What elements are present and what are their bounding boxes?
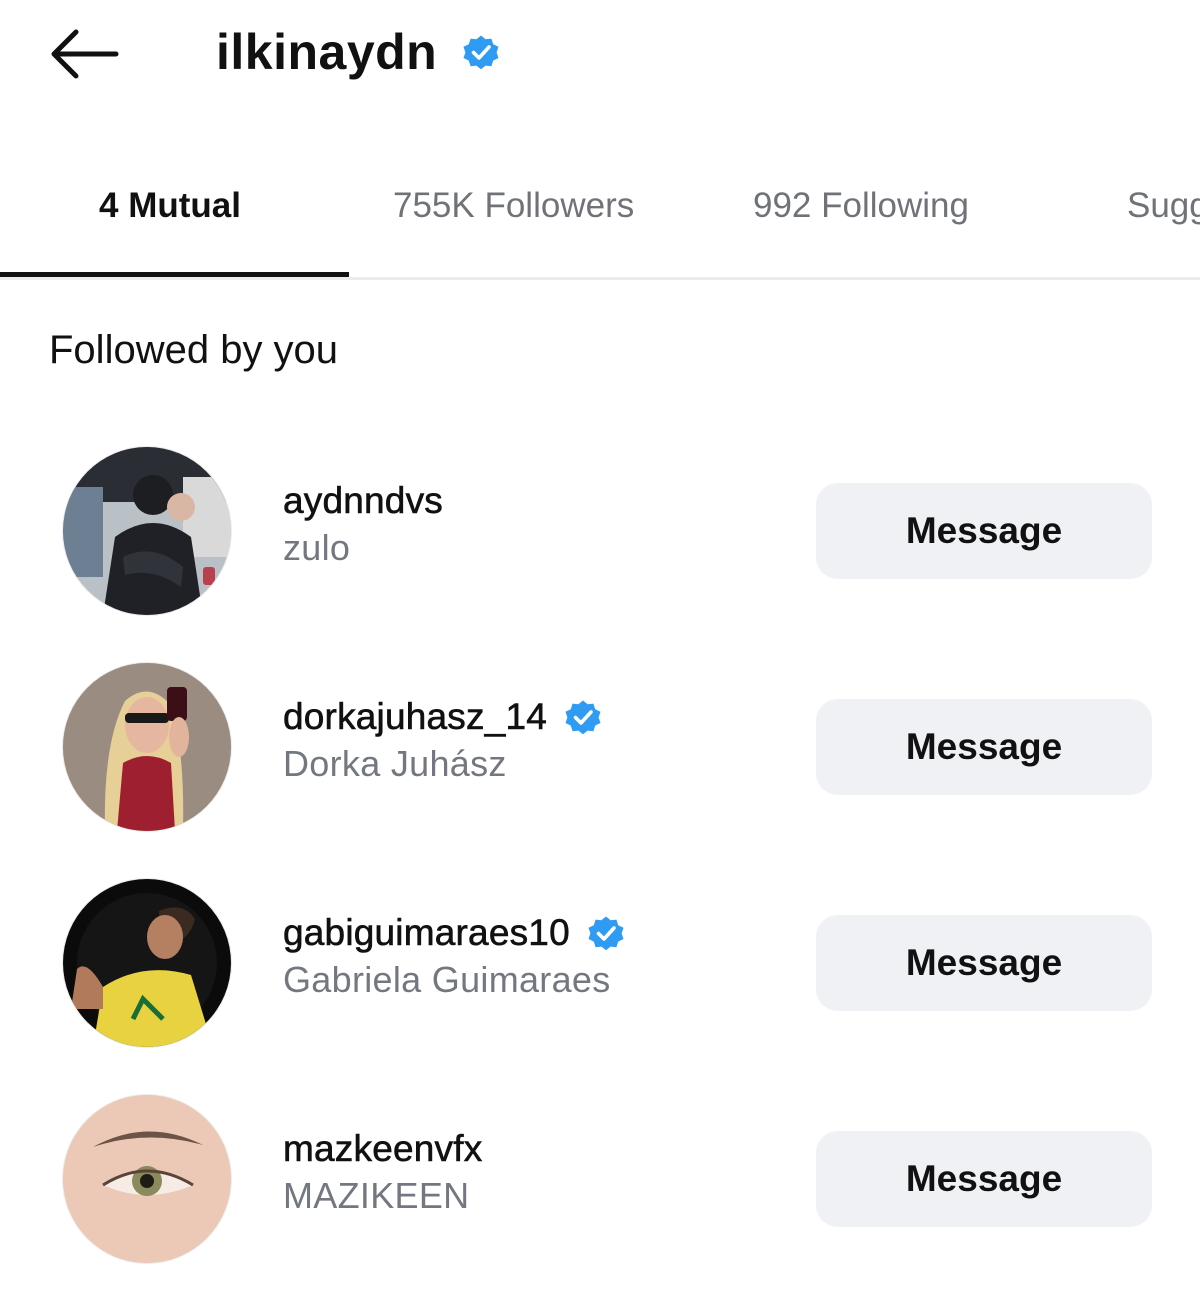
page-title: ilkinaydn: [216, 24, 438, 80]
profile-title: ilkinaydn: [216, 20, 501, 84]
user-row[interactable]: dorkajuhasz_14 Dorka Juhász Message: [0, 663, 1200, 879]
avatar-image: [63, 1095, 231, 1263]
section-heading: Followed by you: [49, 328, 339, 372]
tab-followers[interactable]: 755K Followers: [393, 186, 634, 226]
verified-badge-icon: [565, 700, 601, 735]
avatar[interactable]: [63, 447, 231, 615]
tab-following[interactable]: 992 Following: [753, 186, 969, 226]
message-button[interactable]: Message: [816, 1131, 1152, 1227]
username[interactable]: gabiguimaraes10: [283, 912, 570, 954]
follow-tabs: 4 Mutual 755K Followers 992 Following Su…: [0, 150, 1200, 280]
full-name: zulo: [283, 527, 351, 568]
verified-badge-icon: [463, 35, 499, 70]
tab-mutual[interactable]: 4 Mutual: [99, 186, 241, 226]
full-name: Dorka Juhász: [283, 743, 507, 784]
active-tab-indicator: [0, 272, 349, 277]
username[interactable]: mazkeenvfx: [283, 1128, 483, 1170]
avatar-image: [63, 879, 231, 1047]
user-row[interactable]: mazkeenvfx MAZIKEEN Message: [0, 1095, 1200, 1311]
username[interactable]: dorkajuhasz_14: [283, 696, 547, 738]
username[interactable]: aydnndvs: [283, 480, 443, 522]
message-button[interactable]: Message: [816, 915, 1152, 1011]
arrow-left-icon: [51, 29, 119, 79]
top-bar: ilkinaydn: [0, 0, 1200, 110]
avatar[interactable]: [63, 1095, 231, 1263]
user-info: mazkeenvfx MAZIKEEN: [283, 1125, 483, 1217]
avatar-image: [63, 663, 231, 831]
user-info: aydnndvs zulo: [283, 477, 443, 569]
user-info: gabiguimaraes10 Gabriela Guimaraes: [283, 909, 626, 1001]
avatar-image: [63, 447, 231, 615]
full-name: MAZIKEEN: [283, 1175, 470, 1216]
full-name: Gabriela Guimaraes: [283, 959, 611, 1000]
avatar[interactable]: [63, 879, 231, 1047]
user-info: dorkajuhasz_14 Dorka Juhász: [283, 693, 603, 785]
message-button[interactable]: Message: [816, 483, 1152, 579]
avatar[interactable]: [63, 663, 231, 831]
user-row[interactable]: aydnndvs zulo Message: [0, 447, 1200, 663]
message-button[interactable]: Message: [816, 699, 1152, 795]
verified-badge-icon: [588, 916, 624, 951]
tab-suggested[interactable]: Sugg: [1127, 186, 1200, 226]
back-button[interactable]: [44, 22, 124, 86]
user-row[interactable]: gabiguimaraes10 Gabriela Guimaraes Messa…: [0, 879, 1200, 1095]
